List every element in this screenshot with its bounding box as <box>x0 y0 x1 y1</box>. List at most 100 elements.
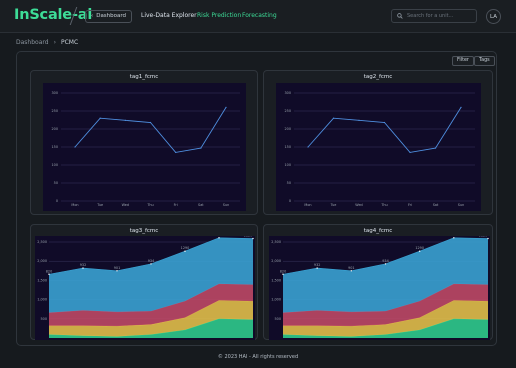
data-point <box>149 121 152 124</box>
chart-title: tag4_fcmc <box>363 228 393 234</box>
data-label: 1330 <box>215 236 224 237</box>
filter-button[interactable]: Filter <box>452 56 474 66</box>
chart-card-tag4: tag4_fcmc 500 1,000 1,500 2,000 2,500 820 932 9… <box>263 224 493 340</box>
brand-logo[interactable]: InScale-ai <box>14 7 92 23</box>
data-label: 932 <box>80 263 86 267</box>
y-tick-label: 1,500 <box>37 278 47 282</box>
y-tick-label: 250 <box>285 109 291 113</box>
data-point <box>332 117 335 119</box>
search-icon <box>397 13 403 19</box>
top-bar: InScale-ai ‹ Dashboard Live-Data Explore… <box>0 0 516 33</box>
breadcrumb-root[interactable]: Dashboard <box>16 39 49 46</box>
x-tick-label: Tue <box>330 203 337 207</box>
data-label: 820 <box>280 269 286 273</box>
area-chart-tag3: 500 1,000 1,500 2,000 2,500 820 932 901 934 1290 1… <box>35 236 255 340</box>
data-point <box>225 106 227 108</box>
x-tick-label: Mon <box>71 203 78 207</box>
x-tick-label: Thu <box>146 203 153 207</box>
line-chart-tag2: 0 50 100 150 200 250 300 Mon Tue Wed Thu Fri Sat Sun <box>276 83 481 211</box>
x-tick-label: Sat <box>433 203 439 207</box>
y-tick-label: 300 <box>52 91 58 95</box>
data-point <box>124 119 126 121</box>
data-label: 934 <box>382 259 388 263</box>
y-tick-label: 2,500 <box>37 240 47 244</box>
user-avatar[interactable]: LA <box>486 9 501 24</box>
chart-title: tag2_fcmc <box>363 74 393 80</box>
x-tick-label: Thu <box>380 203 387 207</box>
breadcrumb-separator: › <box>53 39 56 46</box>
breadcrumb-current: PCMC <box>60 39 79 46</box>
chart-title: tag1_fcmc <box>129 74 159 80</box>
data-point <box>350 270 353 272</box>
y-tick-label: 200 <box>52 127 58 131</box>
data-point <box>175 151 177 153</box>
back-to-dashboard-button[interactable]: ‹ Dashboard <box>85 10 133 23</box>
tags-button[interactable]: Tags <box>474 56 495 66</box>
y-tick-label: 500 <box>41 317 47 321</box>
y-tick-label: 1,000 <box>37 298 47 302</box>
chart-title: tag3_fcmc <box>129 228 159 234</box>
breadcrumb: Dashboard › PCMC <box>16 39 78 46</box>
x-tick-label: Fri <box>174 203 178 207</box>
y-tick-label: 0 <box>56 199 58 203</box>
y-tick-label: 100 <box>285 163 291 167</box>
chevron-left-icon: ‹ <box>91 13 94 19</box>
data-point <box>218 237 220 239</box>
search-input[interactable]: Search for a unit... <box>391 9 477 23</box>
data-point <box>453 237 455 239</box>
x-tick-label: Wed <box>122 203 129 207</box>
chart-card-tag2: tag2_fcmc 0 50 100 150 200 250 300 Mon Tue Wed Thu… <box>263 70 493 215</box>
data-point <box>487 237 489 240</box>
footer-copyright: © 2023 HAI - All rights reserved <box>217 354 299 360</box>
y-tick-label: 2,500 <box>271 240 281 244</box>
data-point <box>316 267 318 269</box>
data-point <box>48 273 50 275</box>
y-tick-label: 300 <box>285 91 291 95</box>
data-point <box>74 146 76 148</box>
y-tick-label: 1,000 <box>271 298 281 302</box>
data-point <box>418 250 421 252</box>
nav-risk-prediction[interactable]: Risk Prediction <box>197 12 241 19</box>
y-tick-label: 0 <box>289 199 291 203</box>
y-tick-label: 50 <box>287 181 291 185</box>
nav-live-data-explorer[interactable]: Live-Data Explorer <box>141 12 197 19</box>
chart-card-tag3: tag3_fcmc 500 1,000 1,500 2,000 2,500 820 932 9… <box>30 224 258 340</box>
data-label: 932 <box>314 263 320 267</box>
x-tick-label: Wed <box>355 203 362 207</box>
y-tick-label: 500 <box>275 317 281 321</box>
y-tick-label: 2,000 <box>37 259 47 263</box>
x-tick-label: Tue <box>96 203 103 207</box>
y-tick-label: 250 <box>52 109 58 113</box>
x-tick-label: Sun <box>458 203 464 207</box>
data-point <box>282 273 284 275</box>
data-point <box>307 146 309 148</box>
y-tick-label: 200 <box>285 127 291 131</box>
nav-forecasting[interactable]: Forecasting <box>242 12 277 19</box>
y-tick-label: 50 <box>54 181 58 185</box>
data-label: 901 <box>114 266 120 270</box>
data-point <box>460 106 462 108</box>
x-tick-label: Mon <box>304 203 311 207</box>
search-placeholder: Search for a unit... <box>407 13 454 19</box>
data-label: 1290 <box>415 246 424 250</box>
x-tick-label: Fri <box>408 203 412 207</box>
data-point <box>384 263 387 265</box>
line-chart-tag1: 0 50 100 150 200 250 300 Mon Tue Wed Thu Fri Sat Sun <box>43 83 246 211</box>
data-point <box>434 147 437 149</box>
y-tick-label: 150 <box>52 145 58 149</box>
data-point <box>82 267 84 269</box>
data-point <box>99 117 101 119</box>
data-label: 1320 <box>244 236 253 238</box>
chart-card-tag1: tag1_fcmc 0 50 100 150 200 250 300 Mon Tue Wed Thu… <box>30 70 258 215</box>
y-tick-label: 1,500 <box>271 278 281 282</box>
data-label: 820 <box>46 269 52 273</box>
data-point <box>184 250 186 252</box>
data-point <box>150 263 152 265</box>
x-tick-label: Sun <box>223 203 229 207</box>
data-label: 934 <box>148 259 154 263</box>
data-point <box>200 147 202 149</box>
x-tick-label: Sat <box>198 203 204 207</box>
y-tick-label: 2,000 <box>271 259 281 263</box>
y-tick-label: 100 <box>52 163 58 167</box>
data-point <box>116 270 118 272</box>
